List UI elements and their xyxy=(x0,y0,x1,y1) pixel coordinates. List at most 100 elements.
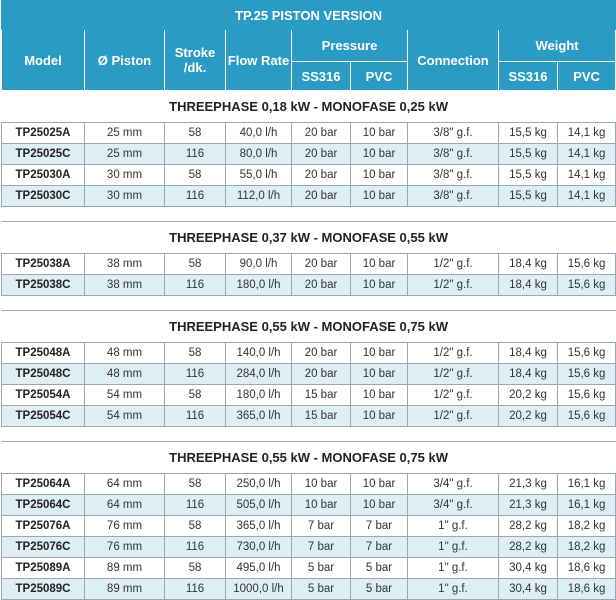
cell-pressure-pvc: 10 bar xyxy=(350,122,408,144)
cell-pressure-ss316: 20 bar xyxy=(291,164,351,186)
cell-connection: 1/2" g.f. xyxy=(407,274,499,296)
cell-pressure-ss316: 20 bar xyxy=(291,253,351,275)
cell-model: TP25038C xyxy=(1,274,85,296)
cell-piston: 89 mm xyxy=(84,557,165,579)
cell-piston: 48 mm xyxy=(84,363,165,385)
spacer-cell xyxy=(1,426,616,442)
spacer-cell xyxy=(1,206,616,222)
cell-weight-pvc: 18,2 kg xyxy=(556,536,616,558)
table-body: THREEPHASE 0,18 kW - MONOFASE 0,25 kW TP2… xyxy=(1,90,616,600)
cell-pressure-pvc: 10 bar xyxy=(350,143,408,165)
cell-weight-ss316: 21,3 kg xyxy=(498,494,558,516)
cell-pressure-pvc: 5 bar xyxy=(350,557,408,579)
cell-weight-ss316: 30,4 kg xyxy=(498,557,558,579)
table-row: TP25089C 89 mm 116 1000,0 l/h 5 bar 5 bar 1" g… xyxy=(1,578,616,600)
cell-model: TP25089A xyxy=(1,557,85,579)
cell-pressure-pvc: 10 bar xyxy=(350,384,408,406)
cell-stroke: 58 xyxy=(164,253,226,275)
cell-model: TP25054C xyxy=(1,405,85,427)
cell-flow-rate: 40,0 l/h xyxy=(225,122,292,144)
cell-weight-ss316: 15,5 kg xyxy=(498,143,558,165)
cell-pressure-ss316: 15 bar xyxy=(291,384,351,406)
table-title: TP.25 PISTON VERSION xyxy=(0,0,616,30)
cell-stroke: 58 xyxy=(164,122,226,144)
cell-connection: 3/8" g.f. xyxy=(407,122,499,144)
cell-stroke: 58 xyxy=(164,473,226,495)
cell-flow-rate: 55,0 l/h xyxy=(225,164,292,186)
cell-piston: 76 mm xyxy=(84,536,165,558)
cell-pressure-pvc: 10 bar xyxy=(350,405,408,427)
cell-weight-ss316: 18,4 kg xyxy=(498,274,558,296)
cell-flow-rate: 250,0 l/h xyxy=(225,473,292,495)
header-weight-ss316: SS316 xyxy=(498,61,558,91)
cell-stroke: 58 xyxy=(164,557,226,579)
cell-weight-pvc: 18,6 kg xyxy=(556,557,616,579)
cell-weight-ss316: 21,3 kg xyxy=(498,473,558,495)
cell-connection: 1" g.f. xyxy=(407,557,499,579)
cell-pressure-ss316: 5 bar xyxy=(291,557,351,579)
cell-pressure-ss316: 20 bar xyxy=(291,342,351,364)
cell-pressure-ss316: 20 bar xyxy=(291,363,351,385)
cell-stroke: 58 xyxy=(164,342,226,364)
cell-piston: 64 mm xyxy=(84,494,165,516)
cell-piston: 89 mm xyxy=(84,578,165,600)
cell-weight-ss316: 18,4 kg xyxy=(498,363,558,385)
cell-pressure-pvc: 10 bar xyxy=(350,473,408,495)
cell-piston: 64 mm xyxy=(84,473,165,495)
cell-model: TP25038A xyxy=(1,253,85,275)
cell-pressure-ss316: 20 bar xyxy=(291,185,351,207)
cell-model: TP25030A xyxy=(1,164,85,186)
header-stroke: Stroke /dk. xyxy=(164,29,226,91)
cell-flow-rate: 180,0 l/h xyxy=(225,384,292,406)
table-row: TP25076A 76 mm 58 365,0 l/h 7 bar 7 bar 1" g.f… xyxy=(1,515,616,537)
cell-connection: 3/8" g.f. xyxy=(407,164,499,186)
cell-flow-rate: 730,0 l/h xyxy=(225,536,292,558)
table-row: TP25038C 38 mm 116 180,0 l/h 20 bar 10 bar 1/2… xyxy=(1,274,616,296)
header-pressure-ss316: SS316 xyxy=(291,61,351,91)
cell-flow-rate: 180,0 l/h xyxy=(225,274,292,296)
cell-connection: 3/4" g.f. xyxy=(407,473,499,495)
cell-flow-rate: 365,0 l/h xyxy=(225,405,292,427)
cell-flow-rate: 505,0 l/h xyxy=(225,494,292,516)
cell-piston: 38 mm xyxy=(84,253,165,275)
cell-model: TP25089C xyxy=(1,578,85,600)
cell-weight-pvc: 14,1 kg xyxy=(556,143,616,165)
cell-weight-ss316: 30,4 kg xyxy=(498,578,558,600)
cell-pressure-ss316: 7 bar xyxy=(291,515,351,537)
cell-connection: 3/8" g.f. xyxy=(407,143,499,165)
table-row: TP25030A 30 mm 58 55,0 l/h 20 bar 10 bar 3/8" … xyxy=(1,164,616,186)
table-row: TP25025A 25 mm 58 40,0 l/h 20 bar 10 bar 3/8" … xyxy=(1,122,616,144)
cell-piston: 76 mm xyxy=(84,515,165,537)
cell-weight-pvc: 15,6 kg xyxy=(556,405,616,427)
spacer-cell xyxy=(1,295,616,311)
cell-connection: 1/2" g.f. xyxy=(407,342,499,364)
cell-connection: 1/2" g.f. xyxy=(407,253,499,275)
cell-model: TP25064A xyxy=(1,473,85,495)
cell-flow-rate: 365,0 l/h xyxy=(225,515,292,537)
cell-piston: 48 mm xyxy=(84,342,165,364)
cell-pressure-ss316: 10 bar xyxy=(291,494,351,516)
cell-stroke: 116 xyxy=(164,405,226,427)
cell-stroke: 58 xyxy=(164,384,226,406)
cell-connection: 1/2" g.f. xyxy=(407,405,499,427)
cell-flow-rate: 140,0 l/h xyxy=(225,342,292,364)
cell-piston: 54 mm xyxy=(84,405,165,427)
cell-stroke: 116 xyxy=(164,185,226,207)
cell-pressure-ss316: 10 bar xyxy=(291,473,351,495)
cell-flow-rate: 284,0 l/h xyxy=(225,363,292,385)
cell-model: TP25048C xyxy=(1,363,85,385)
table-row: TP25054C 54 mm 116 365,0 l/h 15 bar 10 bar 1/2… xyxy=(1,405,616,427)
cell-weight-ss316: 15,5 kg xyxy=(498,122,558,144)
cell-pressure-pvc: 10 bar xyxy=(350,253,408,275)
cell-stroke: 116 xyxy=(164,143,226,165)
header-connection: Connection xyxy=(407,29,499,91)
cell-pressure-ss316: 20 bar xyxy=(291,143,351,165)
cell-pressure-ss316: 5 bar xyxy=(291,578,351,600)
section-heading-row: THREEPHASE 0,55 kW - MONOFASE 0,75 kW xyxy=(1,310,616,343)
cell-piston: 38 mm xyxy=(84,274,165,296)
header-model: Model xyxy=(1,29,85,91)
cell-flow-rate: 1000,0 l/h xyxy=(225,578,292,600)
cell-stroke: 58 xyxy=(164,164,226,186)
table-row: TP25030C 30 mm 116 112,0 l/h 20 bar 10 bar 3/8… xyxy=(1,185,616,207)
cell-connection: 1" g.f. xyxy=(407,515,499,537)
